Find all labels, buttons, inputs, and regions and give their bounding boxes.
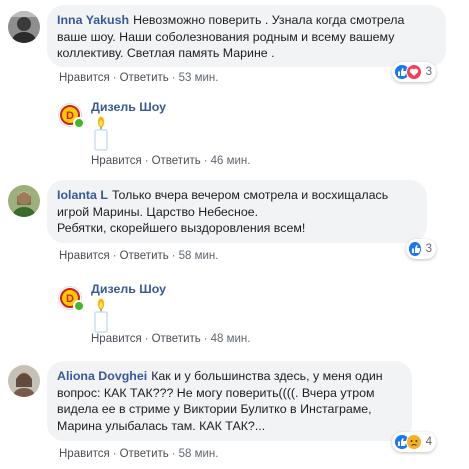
comment-bubble: Inna Yakush Невозможно поверить . Узнала … <box>47 5 446 67</box>
reply-author[interactable]: Дизель Шоу <box>91 282 166 296</box>
reaction-count: 4 <box>425 436 432 448</box>
like-link[interactable]: Нравится <box>59 448 110 460</box>
online-status-indicator <box>73 117 85 129</box>
reaction-count: 3 <box>425 66 432 78</box>
reply-link[interactable]: Ответить <box>120 250 169 262</box>
reply-link[interactable]: Ответить <box>120 448 169 460</box>
separator: · <box>144 155 149 167</box>
avatar-iolanta-l[interactable] <box>8 185 40 217</box>
separator: · <box>112 72 117 84</box>
comment-time[interactable]: 58 мин. <box>179 250 219 262</box>
reply-time[interactable]: 46 мин. <box>211 155 251 167</box>
like-link[interactable]: Нравится <box>59 250 110 262</box>
separator: · <box>203 333 208 345</box>
separator: · <box>112 448 117 460</box>
comment-bubble: Aliona Dovghei Как и у большинства здесь,… <box>47 361 412 441</box>
like-link[interactable]: Нравится <box>91 333 142 345</box>
reaction-summary[interactable]: 4 <box>392 432 436 452</box>
comment-author[interactable]: Iolanta L <box>57 188 108 202</box>
comment-time[interactable]: 58 мин. <box>179 448 219 460</box>
separator: · <box>171 250 176 262</box>
separator: · <box>171 448 176 460</box>
sad-reaction-icon <box>405 434 422 450</box>
separator: · <box>171 72 176 84</box>
candle-sticker-icon <box>91 116 111 157</box>
like-link[interactable]: Нравится <box>59 72 110 84</box>
comment-bubble: Iolanta L Только вчера вечером смотрела и… <box>47 180 427 243</box>
reply-actions: Нравится · Ответить · 46 мин. <box>91 155 250 167</box>
comment-time[interactable]: 53 мин. <box>179 72 219 84</box>
reply-link[interactable]: Ответить <box>152 155 201 167</box>
separator: · <box>144 333 149 345</box>
comment-author[interactable]: Inna Yakush <box>57 13 129 27</box>
avatar-inna-yakush[interactable] <box>8 11 40 43</box>
reaction-summary[interactable]: 3 <box>392 62 436 82</box>
reply-author[interactable]: Дизель Шоу <box>91 100 166 114</box>
reply-link[interactable]: Ответить <box>152 333 201 345</box>
reply-link[interactable]: Ответить <box>120 72 169 84</box>
online-status-indicator <box>73 300 85 312</box>
comment-text-line2: Ребятки, скорейшего выздоровления всем! <box>57 221 306 235</box>
separator: · <box>203 155 208 167</box>
love-reaction-icon <box>405 64 422 80</box>
comment-author[interactable]: Aliona Dovghei <box>57 369 147 383</box>
comment-actions: Нравится · Ответить · 58 мин. <box>59 448 218 460</box>
reply-actions: Нравится · Ответить · 48 мин. <box>91 333 250 345</box>
reply-time[interactable]: 48 мин. <box>211 333 251 345</box>
separator: · <box>112 250 117 262</box>
reaction-count: 3 <box>425 243 432 255</box>
like-link[interactable]: Нравится <box>91 155 142 167</box>
like-reaction-icon <box>408 241 422 257</box>
avatar-aliona-dovghei[interactable] <box>8 365 40 397</box>
comment-actions: Нравится · Ответить · 58 мин. <box>59 250 218 262</box>
reaction-summary[interactable]: 3 <box>406 239 436 259</box>
comment-actions: Нравится · Ответить · 53 мин. <box>59 72 218 84</box>
